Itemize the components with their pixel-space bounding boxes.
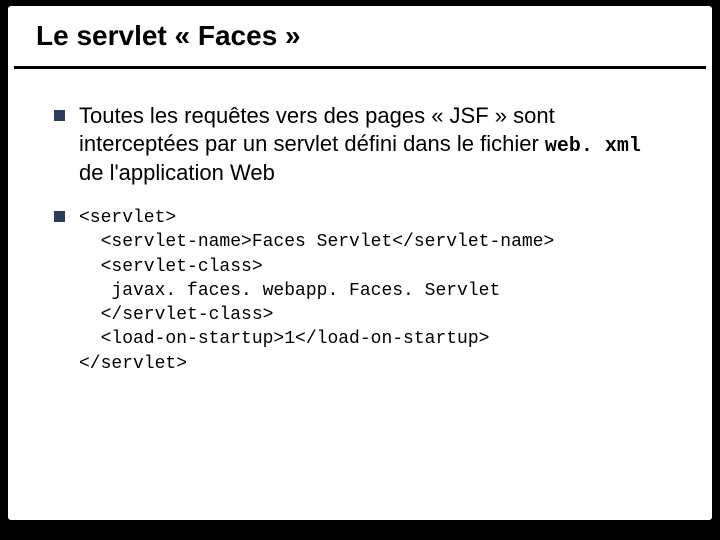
bullet-item: <servlet> <servlet-name>Faces Servlet</s… [54, 206, 662, 376]
code-block: <servlet> <servlet-name>Faces Servlet</s… [79, 206, 554, 376]
bullet-item: Toutes les requêtes vers des pages « JSF… [54, 102, 662, 186]
bullet-square-icon [54, 110, 65, 121]
bullet-text-after: de l'application Web [79, 160, 275, 185]
title-divider [14, 66, 706, 69]
bullet-text: Toutes les requêtes vers des pages « JSF… [79, 102, 662, 186]
bullet-square-icon [54, 211, 65, 222]
slide-body: Toutes les requêtes vers des pages « JSF… [54, 102, 662, 396]
slide: Le servlet « Faces » Toutes les requêtes… [8, 6, 712, 520]
bullet-text-before: Toutes les requêtes vers des pages « JSF… [79, 103, 555, 156]
slide-title: Le servlet « Faces » [36, 20, 301, 52]
inline-code: web. xml [545, 135, 641, 158]
